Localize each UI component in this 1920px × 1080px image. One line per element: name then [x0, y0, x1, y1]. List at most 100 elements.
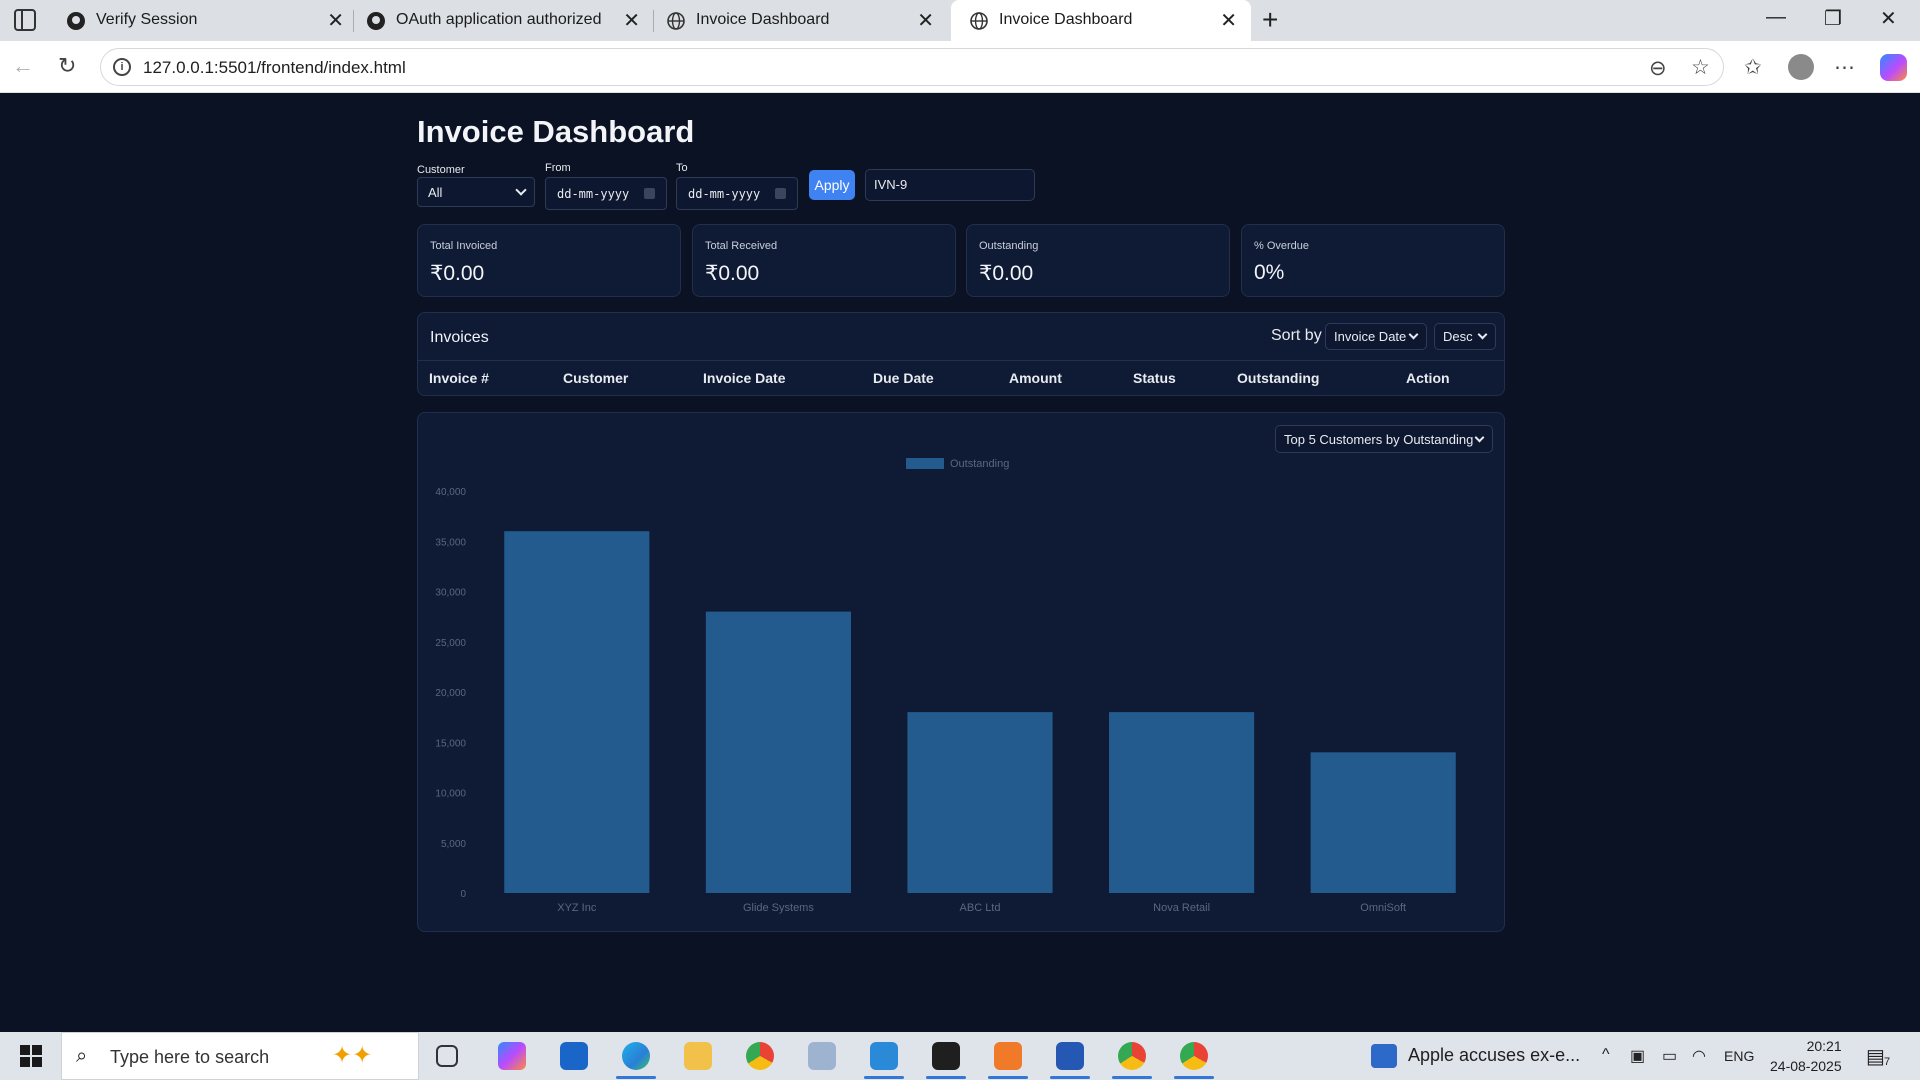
word-icon[interactable] — [1056, 1042, 1084, 1070]
news-widget-text[interactable]: Apple accuses ex-e... — [1408, 1045, 1580, 1066]
github-icon — [367, 12, 385, 30]
to-date-input[interactable]: dd-mm-yyyy — [676, 177, 798, 210]
x-tick-label: OmniSoft — [1360, 902, 1406, 914]
close-icon[interactable]: ✕ — [917, 8, 934, 33]
y-tick-label: 10,000 — [435, 789, 466, 800]
copilot-app-icon[interactable] — [498, 1042, 526, 1070]
close-window-icon[interactable]: ✕ — [1880, 6, 1897, 31]
calendar-icon[interactable] — [644, 188, 655, 199]
col-due-date[interactable]: Due Date — [873, 370, 934, 386]
from-date-input[interactable]: dd-mm-yyyy — [545, 177, 667, 210]
site-info-icon[interactable]: i — [113, 58, 131, 76]
wifi-icon[interactable]: ◠ — [1692, 1046, 1706, 1066]
profile-avatar[interactable] — [1788, 54, 1814, 80]
col-customer[interactable]: Customer — [563, 370, 628, 386]
new-tab-button[interactable]: + — [1262, 4, 1278, 36]
windows-start-icon[interactable] — [20, 1045, 42, 1067]
page-viewport: Invoice Dashboard Customer All From dd-m… — [5, 94, 1916, 1025]
browser-tab-strip: Verify Session ✕ OAuth application autho… — [0, 0, 1920, 41]
zoom-icon[interactable]: ⊖ — [1649, 56, 1667, 81]
chevron-down-icon — [1477, 329, 1488, 340]
favorites-icon[interactable]: ✩ — [1744, 55, 1762, 80]
col-status[interactable]: Status — [1133, 370, 1176, 386]
col-invoice-number[interactable]: Invoice # — [429, 370, 489, 386]
invoice-search-input[interactable]: IVN-9 — [865, 169, 1035, 201]
notification-count: 7 — [1884, 1056, 1891, 1068]
tab-invoice-dashboard-active[interactable]: Invoice Dashboard ✕ — [951, 0, 1251, 41]
y-tick-label: 0 — [460, 889, 466, 900]
chart-type-select[interactable]: Top 5 Customers by Outstanding — [1275, 425, 1493, 453]
system-clock[interactable]: 20:21 24-08-2025 — [1770, 1036, 1842, 1076]
notification-icon[interactable]: ▤ — [1866, 1044, 1885, 1069]
minimize-icon[interactable]: — — [1766, 6, 1786, 29]
kpi-label: Total Invoiced — [430, 240, 498, 252]
chevron-up-icon[interactable]: ^ — [1602, 1046, 1610, 1064]
globe-icon — [970, 12, 988, 30]
battery-icon[interactable]: ▭ — [1662, 1046, 1677, 1066]
calendar-icon[interactable] — [775, 188, 786, 199]
chrome-icon[interactable] — [746, 1042, 774, 1070]
xampp-icon[interactable] — [994, 1042, 1022, 1070]
sparkle-icon: ✦✦ — [332, 1042, 373, 1069]
url-text[interactable]: 127.0.0.1:5501/frontend/index.html — [143, 58, 406, 78]
tab-invoice-dashboard[interactable]: Invoice Dashboard ✕ — [648, 0, 948, 41]
customer-select[interactable]: All — [417, 177, 535, 207]
chart-panel: Outstanding 0 5,000 10,000 15,000 20,000 25,00… — [417, 412, 1505, 932]
to-date-value: dd-mm-yyyy — [688, 186, 761, 201]
language-indicator[interactable]: ENG — [1724, 1048, 1754, 1064]
security-icon[interactable]: ▣ — [1630, 1046, 1645, 1066]
outlook-icon[interactable] — [560, 1042, 588, 1070]
kpi-total-received: Total Received ₹0.00 — [692, 224, 956, 297]
refresh-icon[interactable]: ↻ — [58, 53, 76, 79]
chart-type-value: Top 5 Customers by Outstanding — [1284, 432, 1474, 447]
close-icon[interactable]: ✕ — [623, 8, 640, 33]
kpi-total-invoiced: Total Invoiced ₹0.00 — [417, 224, 681, 297]
taskbar-search-input[interactable]: ⌕ Type here to search ✦✦ — [61, 1032, 419, 1080]
close-icon[interactable]: ✕ — [1220, 8, 1237, 33]
col-action[interactable]: Action — [1406, 370, 1450, 386]
close-icon[interactable]: ✕ — [327, 8, 344, 33]
legend-label: Outstanding — [950, 458, 1009, 470]
tab-title: Invoice Dashboard — [696, 11, 830, 28]
chrome-profile-icon[interactable] — [1118, 1042, 1146, 1070]
sort-order-select[interactable]: Desc — [1434, 323, 1496, 350]
copilot-icon[interactable] — [1880, 54, 1907, 81]
from-label: From — [545, 162, 571, 174]
storage-app-icon[interactable] — [808, 1042, 836, 1070]
y-tick-label: 40,000 — [435, 487, 466, 498]
news-widget-icon[interactable] — [1371, 1044, 1397, 1068]
tab-oauth[interactable]: OAuth application authorized ✕ — [348, 0, 654, 41]
task-view-icon[interactable] — [436, 1045, 458, 1067]
back-icon[interactable]: ← — [12, 53, 34, 79]
kpi-value: ₹0.00 — [430, 262, 485, 285]
tab-verify-session[interactable]: Verify Session ✕ — [48, 0, 358, 41]
tab-actions-icon[interactable] — [14, 9, 36, 31]
col-invoice-date[interactable]: Invoice Date — [703, 370, 785, 386]
edge-icon[interactable] — [622, 1042, 650, 1070]
chrome-profile-p-icon[interactable] — [1180, 1042, 1208, 1070]
col-outstanding[interactable]: Outstanding — [1237, 370, 1319, 386]
apply-button[interactable]: Apply — [809, 170, 855, 200]
more-options-icon[interactable]: ⋯ — [1834, 55, 1855, 80]
kpi-label: Outstanding — [979, 240, 1039, 252]
browser-toolbar: ← ↻ i 127.0.0.1:5501/frontend/index.html… — [0, 41, 1920, 93]
search-icon: ⌕ — [76, 1045, 88, 1067]
to-label: To — [676, 162, 688, 174]
address-bar[interactable]: i 127.0.0.1:5501/frontend/index.html ⊖ ☆ — [100, 48, 1724, 86]
vscode-icon[interactable] — [870, 1042, 898, 1070]
restore-icon[interactable]: ❐ — [1824, 6, 1842, 31]
sort-label: Sort by — [1271, 327, 1322, 344]
sort-field-select[interactable]: Invoice Date — [1325, 323, 1427, 350]
github-icon — [67, 12, 85, 30]
file-explorer-icon[interactable] — [684, 1042, 712, 1070]
kpi-value: ₹0.00 — [979, 262, 1034, 285]
terminal-icon[interactable] — [932, 1042, 960, 1070]
bar — [504, 531, 650, 893]
taskbar-search-placeholder: Type here to search — [110, 1047, 270, 1067]
windows-taskbar: ⌕ Type here to search ✦✦ Apple accuses e… — [0, 1032, 1920, 1080]
col-amount[interactable]: Amount — [1009, 370, 1062, 386]
favorite-star-icon[interactable]: ☆ — [1691, 55, 1710, 80]
y-tick-label: 5,000 — [441, 839, 466, 850]
sort-order-value: Desc — [1443, 329, 1473, 344]
bar — [1310, 752, 1456, 893]
